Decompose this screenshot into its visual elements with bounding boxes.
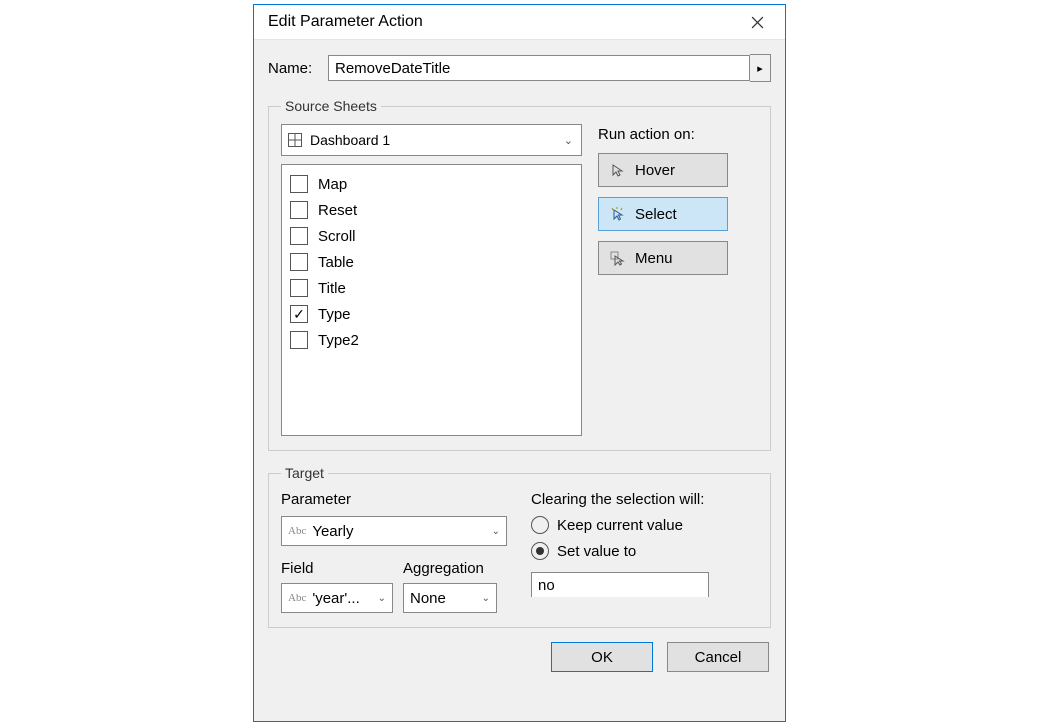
hover-action-button[interactable]: Hover: [598, 153, 728, 187]
sheet-item-map[interactable]: Map: [290, 171, 573, 197]
checkbox[interactable]: [290, 201, 308, 219]
close-icon: [751, 16, 764, 29]
target-group: Target Parameter Abc Yearly ⌄ Field Abc: [268, 465, 771, 628]
aggregation-value: None: [410, 590, 446, 607]
menu-action-button[interactable]: Menu: [598, 241, 728, 275]
dialog-footer: OK Cancel: [268, 638, 771, 672]
button-label: Cancel: [695, 649, 742, 666]
checkbox[interactable]: [290, 331, 308, 349]
sheet-item-label: Reset: [318, 202, 357, 219]
triangle-right-icon: ▸: [757, 62, 763, 75]
sheet-item-scroll[interactable]: Scroll: [290, 223, 573, 249]
run-action-label: Run action on:: [598, 126, 758, 143]
abc-type-icon: Abc: [288, 592, 306, 604]
select-action-button[interactable]: Select: [598, 197, 728, 231]
checkbox[interactable]: [290, 253, 308, 271]
ok-button[interactable]: OK: [551, 642, 653, 672]
sheet-item-label: Type: [318, 306, 351, 323]
set-value-input[interactable]: [531, 572, 709, 597]
sheet-dropdown[interactable]: Dashboard 1 ⌄: [281, 124, 582, 156]
sheet-item-reset[interactable]: Reset: [290, 197, 573, 223]
radio-unselected-icon: [531, 516, 549, 534]
chevron-down-icon: ⌄: [492, 526, 500, 537]
radio-label: Set value to: [557, 543, 636, 560]
name-input[interactable]: [328, 55, 750, 81]
dialog-title: Edit Parameter Action: [268, 13, 737, 31]
aggregation-dropdown[interactable]: None ⌄: [403, 583, 497, 613]
set-value-radio[interactable]: Set value to: [531, 542, 758, 560]
chevron-down-icon: ⌄: [564, 134, 573, 147]
source-sheets-legend: Source Sheets: [281, 98, 381, 114]
sheet-dropdown-value: Dashboard 1: [310, 132, 390, 148]
checkbox[interactable]: [290, 175, 308, 193]
parameter-dropdown[interactable]: Abc Yearly ⌄: [281, 516, 507, 546]
sheet-item-label: Map: [318, 176, 347, 193]
radio-label: Keep current value: [557, 517, 683, 534]
chevron-down-icon: ⌄: [482, 593, 490, 604]
dialog-titlebar: Edit Parameter Action: [254, 5, 785, 39]
checkbox[interactable]: [290, 279, 308, 297]
sheet-item-title[interactable]: Title: [290, 275, 573, 301]
action-label: Menu: [635, 250, 673, 267]
field-dropdown[interactable]: Abc 'year'... ⌄: [281, 583, 393, 613]
cancel-button[interactable]: Cancel: [667, 642, 769, 672]
dashboard-icon: [288, 133, 302, 147]
name-menu-button[interactable]: ▸: [750, 54, 771, 82]
cursor-hover-icon: [609, 162, 625, 178]
sheet-item-type[interactable]: ✓ Type: [290, 301, 573, 327]
aggregation-label: Aggregation: [403, 560, 497, 577]
parameter-value: Yearly: [312, 523, 353, 540]
checkbox[interactable]: [290, 227, 308, 245]
cursor-menu-icon: [609, 250, 625, 266]
chevron-down-icon: ⌄: [378, 593, 386, 604]
sheet-checklist[interactable]: Map Reset Scroll Table Title ✓ Type Type2: [281, 164, 582, 436]
abc-type-icon: Abc: [288, 525, 306, 537]
close-button[interactable]: [737, 8, 777, 36]
keep-value-radio[interactable]: Keep current value: [531, 516, 758, 534]
action-label: Hover: [635, 162, 675, 179]
name-label: Name:: [268, 60, 328, 77]
edit-parameter-action-dialog: Edit Parameter Action Name: ▸ Source She…: [253, 4, 786, 722]
target-legend: Target: [281, 465, 328, 481]
parameter-label: Parameter: [281, 491, 501, 508]
sheet-item-type2[interactable]: Type2: [290, 327, 573, 353]
sheet-item-table[interactable]: Table: [290, 249, 573, 275]
field-label: Field: [281, 560, 393, 577]
sheet-item-label: Table: [318, 254, 354, 271]
sheet-item-label: Title: [318, 280, 346, 297]
cursor-select-icon: [609, 206, 625, 222]
sheet-item-label: Scroll: [318, 228, 356, 245]
sheet-item-label: Type2: [318, 332, 359, 349]
field-value: 'year'...: [312, 590, 359, 607]
name-row: Name: ▸: [268, 54, 771, 82]
source-sheets-group: Source Sheets Dashboard 1 ⌄ Map Reset Sc…: [268, 98, 771, 451]
checkbox-checked[interactable]: ✓: [290, 305, 308, 323]
button-label: OK: [591, 649, 613, 666]
clearing-label: Clearing the selection will:: [531, 491, 758, 508]
dialog-body: Name: ▸ Source Sheets Dashboard 1 ⌄ Map …: [254, 39, 785, 721]
action-label: Select: [635, 206, 677, 223]
radio-selected-icon: [531, 542, 549, 560]
